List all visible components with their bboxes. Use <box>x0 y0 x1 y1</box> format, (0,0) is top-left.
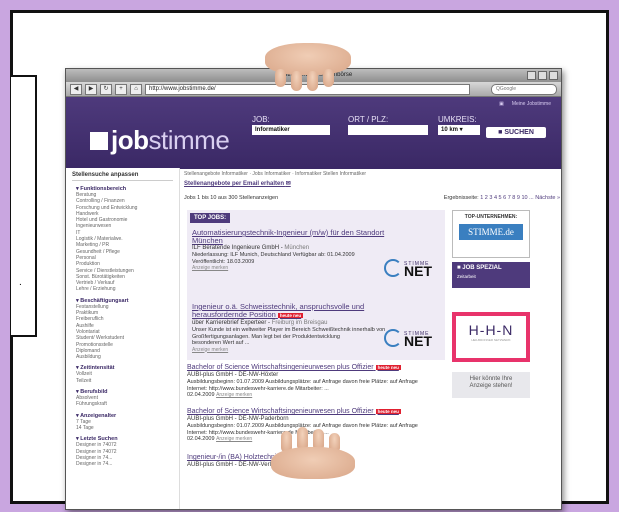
job-company: über Karrierebrief Experteer <box>192 320 267 326</box>
sidebar-section: ▾ Berufsbild Absolvent Führungskraft <box>76 389 171 408</box>
top-jobs-box: TOP JOBS: Automatisierungstechnik-Ingeni… <box>187 210 445 360</box>
new-badge: heute neu <box>375 409 401 414</box>
sidebar-heading: Stellensuche anpassen <box>72 172 173 181</box>
job-title-link[interactable]: Bachelor of Science Wirtschaftsingenieur… <box>187 364 445 372</box>
top-jobs-label: TOP JOBS: <box>190 213 231 223</box>
top-finger <box>291 71 302 91</box>
sidebar-section: ▾ Funktionsbereich Beratung Controlling / … <box>76 186 171 293</box>
sidebar-section: ▾ Beschäftigungsart Festanstellung Praktik… <box>76 298 171 361</box>
new-badge: heute neu <box>277 313 304 318</box>
sidebar-section: ▾ Anzeigenalter 7 Tage 14 Tage <box>76 413 171 432</box>
job-title-link[interactable]: Bachelor of Science Wirtschaftsingenieur… <box>187 408 445 416</box>
ad-placeholder[interactable]: Hier könnte Ihre Anzeige stehen! <box>452 372 530 398</box>
maximize-icon[interactable] <box>538 71 547 80</box>
job-location: Freiburg im Breisgau <box>271 320 328 326</box>
sidebar-filter-item[interactable]: 14 Tage <box>76 425 171 431</box>
radius-select[interactable]: 10 km ▾ <box>438 125 480 135</box>
slide-frame: . Jobstimme.de – Stellenbörse ◀ ▶ ↻ + ⌂ … <box>10 10 609 510</box>
stimme-de-logo[interactable]: STIMME.de <box>459 224 523 240</box>
top-finger <box>323 69 334 87</box>
main-content: Stellenangebote Informatiker · Jobs Info… <box>184 168 560 509</box>
top-finger <box>307 71 318 91</box>
logo-square-icon <box>90 131 108 150</box>
meine-jobstimme-link[interactable]: Meine Jobstimme <box>512 101 551 107</box>
stimme-net-logo[interactable]: STIMME NET <box>384 329 432 348</box>
left-panel: . <box>11 75 37 337</box>
radius-label: UMKREIS: <box>438 115 477 124</box>
result-count: Jobs 1 bis 10 aus 300 Stellenanzeigen <box>184 195 279 201</box>
top-companies-heading: TOP-UNTERNEHMEN: <box>464 214 518 220</box>
job-date: 02.04.2009 <box>187 436 215 442</box>
forward-icon[interactable]: ▶ <box>85 83 97 95</box>
home-icon[interactable]: ⌂ <box>130 83 142 95</box>
sidebar-section: ▾ Zeitintensität Vollzeit Teilzeit <box>76 365 171 384</box>
new-badge: heute neu <box>375 365 401 370</box>
email-icon: ✉ <box>285 181 291 187</box>
sidebar-filter-item[interactable]: Teilzeit <box>76 378 171 384</box>
settings-icon[interactable]: ▣ <box>499 101 504 107</box>
save-job-link[interactable]: Anzeige merken <box>216 392 252 398</box>
save-job-link[interactable]: Anzeige merken <box>192 347 440 353</box>
job-company: AUBI-plus GmbH - DE-NW-Höxter <box>187 372 279 378</box>
result-row: Jobs 1 bis 10 aus 300 Stellenanzeigen Er… <box>184 195 560 201</box>
site-header: ▣ Meine Jobstimme job stimme JOB: Informati… <box>66 97 561 169</box>
email-alert-link[interactable]: Stellenangebote per Email erhalten ✉ <box>184 180 560 187</box>
search-box[interactable]: QGoogle <box>491 83 557 95</box>
job-date: 02.04.2009 <box>187 392 215 398</box>
job-meta: Ausbildungsbeginn: 01.07.2009 Ausbildung… <box>187 379 418 385</box>
swirl-icon <box>384 329 402 347</box>
job-title-link[interactable]: Automatisierungstechnik-Ingenieur (m/w) … <box>192 229 392 245</box>
job-meta: Unser Kunde ist ein weltweiter Player im… <box>192 327 386 340</box>
search-button[interactable]: ■ SUCHEN <box>486 127 546 138</box>
swirl-icon <box>384 259 402 277</box>
job-input[interactable]: Informatiker <box>252 125 330 135</box>
panel-dot: . <box>19 277 22 288</box>
top-finger <box>275 69 286 87</box>
close-icon[interactable] <box>549 71 558 80</box>
sidebar-section: ▾ Letzte Suchen Designer in 74072 Designer… <box>76 436 171 467</box>
reload-icon[interactable]: ↻ <box>100 83 112 95</box>
bottom-hand-image <box>271 447 355 479</box>
job-spezial-box[interactable]: ■ JOB SPEZIAL Zeitarbeit <box>452 262 530 288</box>
hhn-subtitle: HEILBRONNER NETZWERK <box>471 338 511 342</box>
sidebar: Stellensuche anpassen ▾ Funktionsbereich… <box>66 168 180 509</box>
job-item: Bachelor of Science Wirtschaftsingenieur… <box>187 364 445 399</box>
job-company: ILF Beratende Ingenieure GmbH <box>192 245 280 251</box>
sidebar-filter-item[interactable]: Designer in 74... <box>76 461 171 467</box>
job-title-link[interactable]: Ingenieur o.ä. Schweisstechnik, anspruch… <box>192 303 392 320</box>
right-column: TOP-UNTERNEHMEN: STIMME.de ■ JOB SPEZIAL… <box>452 210 530 398</box>
minimize-icon[interactable] <box>527 71 536 80</box>
zeitarbeit-link[interactable]: Zeitarbeit <box>457 274 525 279</box>
top-companies-box: TOP-UNTERNEHMEN: STIMME.de <box>452 210 530 258</box>
sidebar-filter-item[interactable]: Lehre / Erziehung <box>76 286 171 292</box>
pagination[interactable]: 1 2 3 4 5 6 7 8 9 10 ... <box>480 195 534 201</box>
top-job-item: Automatisierungstechnik-Ingenieur (m/w) … <box>192 229 440 297</box>
sidebar-filter-item[interactable]: Ausbildung <box>76 354 171 360</box>
sidebar-filter-item[interactable]: Führungskraft <box>76 401 171 407</box>
stimme-net-logo[interactable]: STIMME NET <box>384 259 432 278</box>
hhn-logo: H-H-N <box>468 322 514 338</box>
job-spezial-icon: ■ <box>457 265 461 271</box>
save-job-link[interactable]: Anzeige merken <box>216 436 252 442</box>
sidebar-sections: ▾ Funktionsbereich Beratung Controlling / … <box>66 186 179 467</box>
top-job-item: Ingenieur o.ä. Schweisstechnik, anspruch… <box>192 303 440 353</box>
job-location: München <box>284 245 310 251</box>
site-logo[interactable]: job stimme <box>90 125 230 156</box>
job-company: AUBI-plus GmbH - DE-NW-Paderborn <box>187 416 289 422</box>
place-input[interactable] <box>348 125 428 135</box>
breadcrumb: Stellenangebote Informatiker · Jobs Info… <box>184 171 367 177</box>
place-label: ORT / PLZ: <box>348 115 389 124</box>
back-icon[interactable]: ◀ <box>70 83 82 95</box>
next-page-link[interactable]: Nächste » <box>535 195 560 201</box>
add-bookmark-icon[interactable]: + <box>115 83 127 95</box>
job-label: JOB: <box>252 115 270 124</box>
hhn-highlight-box[interactable]: H-H-N HEILBRONNER NETZWERK <box>452 312 530 362</box>
